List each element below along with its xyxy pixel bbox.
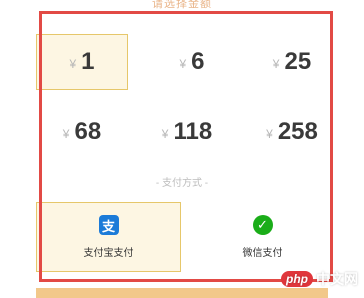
amount-option-25[interactable]: ¥ 25 [246,34,338,90]
currency-symbol: ¥ [266,127,273,141]
currency-symbol: ¥ [161,127,169,141]
wechat-pay-option[interactable]: ✓ 微信支付 [190,202,335,272]
currency-symbol: ¥ [272,57,280,71]
amount-value: 1 [81,48,95,75]
wechat-icon: ✓ [252,215,273,235]
confirm-button[interactable] [36,288,328,298]
amount-section-caption: 请选择金额 [152,0,212,10]
amount-option-258[interactable]: ¥ 258 [246,104,338,160]
amount-value: 6 [191,48,205,75]
currency-symbol: ¥ [69,57,77,71]
currency-symbol: ¥ [179,57,187,71]
amount-value: 258 [277,118,318,145]
amount-value: 118 [173,118,213,145]
amount-option-68[interactable]: ¥ 68 [36,104,128,160]
watermark-logo: php [281,271,313,287]
wechat-pay-label: 微信支付 [242,248,283,259]
amount-option-1[interactable]: ¥ 1 [36,34,128,90]
amount-value: 25 [284,48,312,75]
site-watermark: php 中文网 [281,269,358,289]
amount-value: 68 [74,118,102,145]
amount-option-118[interactable]: ¥ 118 [141,104,233,160]
alipay-option[interactable]: 支 支付宝支付 [36,202,181,272]
alipay-label: 支付宝支付 [83,248,134,259]
currency-symbol: ¥ [62,127,70,141]
alipay-icon: 支 [98,215,119,235]
amount-option-6[interactable]: ¥ 6 [146,34,238,90]
watermark-text: 中文网 [316,271,358,287]
payment-method-label: - 支付方式 - [155,178,209,189]
